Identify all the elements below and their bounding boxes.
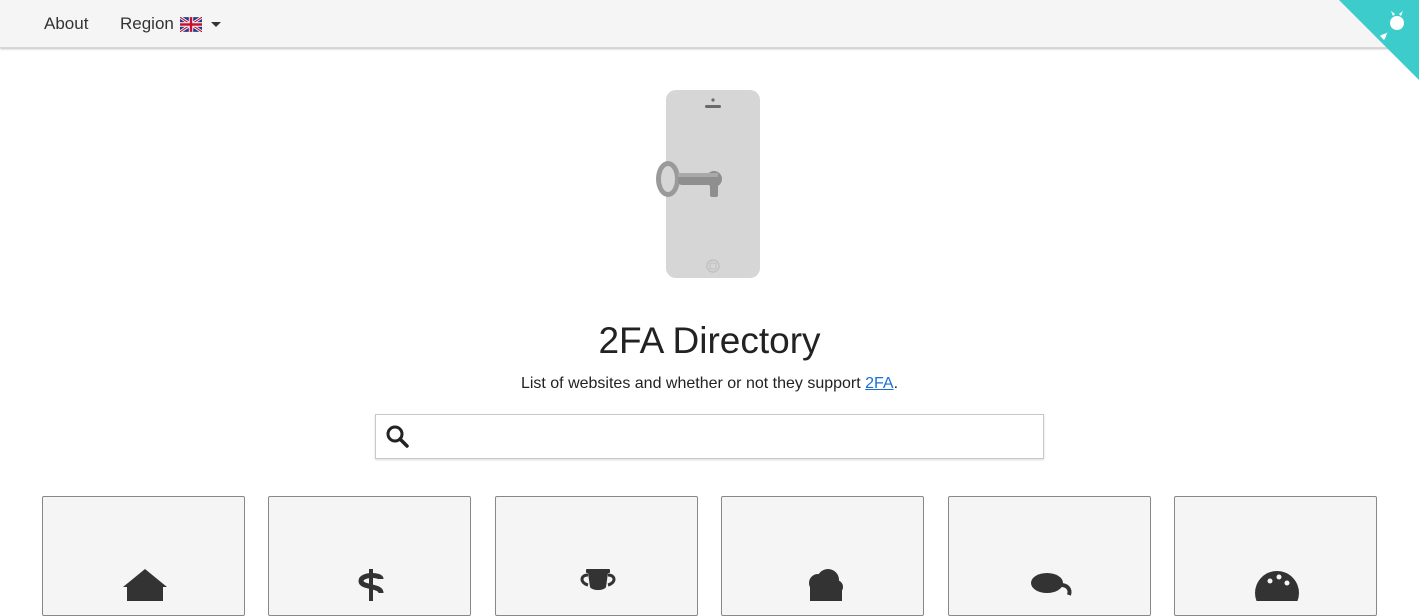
category-card-home[interactable] (42, 496, 245, 616)
nav-about-label: About (44, 14, 89, 33)
search-icon (386, 425, 409, 448)
uk-flag-icon (179, 16, 202, 32)
page-subtitle: List of websites and whether or not they… (0, 375, 1419, 393)
category-card-cloud[interactable] (721, 496, 924, 616)
github-corner-icon[interactable] (1339, 0, 1419, 80)
category-card-finance[interactable] (268, 496, 471, 616)
page-title: 2FA Directory (598, 320, 821, 361)
search-box (375, 414, 1044, 459)
subtitle-suffix: . (893, 375, 899, 392)
nav-region-dropdown[interactable]: Region (120, 0, 221, 48)
phone-key-logo (656, 90, 760, 278)
trophy-icon (580, 569, 616, 590)
dollar-icon (358, 569, 384, 601)
subtitle-text: List of websites and whether or not they… (520, 375, 866, 392)
category-card-creative[interactable] (1174, 496, 1377, 616)
cloud-icon (809, 569, 843, 601)
nav-about-link[interactable]: About (44, 0, 88, 48)
category-card-entertainment[interactable] (495, 496, 698, 616)
category-card-communication[interactable] (948, 496, 1151, 616)
chevron-down-icon (210, 21, 221, 27)
nav-region-label: Region (120, 14, 174, 33)
top-navbar: About Region (0, 0, 1419, 48)
home-icon (123, 569, 167, 601)
2fa-link[interactable]: 2FA (865, 375, 893, 392)
search-input[interactable] (420, 419, 1035, 455)
comments-icon (1031, 573, 1072, 596)
palette-icon (1255, 571, 1299, 601)
